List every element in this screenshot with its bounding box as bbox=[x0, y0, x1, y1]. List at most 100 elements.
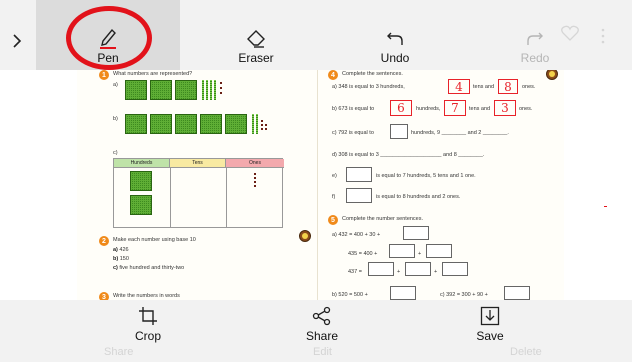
one-cube bbox=[261, 128, 263, 130]
part-label: e) bbox=[332, 173, 337, 179]
answer-box[interactable] bbox=[403, 226, 429, 240]
sentence-text: 437 = bbox=[348, 269, 362, 275]
undo-label: Undo bbox=[380, 51, 410, 65]
handwritten-answer: 6 bbox=[390, 100, 412, 116]
place-value-table: Hundreds Tens Ones bbox=[113, 158, 284, 228]
question-title: Complete the sentences. bbox=[342, 71, 403, 77]
share-label: Share bbox=[305, 329, 339, 343]
reward-badge-icon bbox=[546, 70, 558, 80]
part-label: c) bbox=[113, 150, 118, 156]
question-title: Complete the number sentences. bbox=[342, 216, 424, 222]
handwritten-answer: 4 bbox=[448, 79, 470, 94]
ten-rod bbox=[202, 80, 204, 100]
plus-sign: + bbox=[418, 251, 422, 257]
one-cube bbox=[220, 82, 222, 84]
redo-icon bbox=[522, 24, 548, 50]
hundred-block bbox=[125, 114, 147, 134]
ten-rod bbox=[210, 80, 212, 100]
bottom-action-bar: Share Edit Delete Crop Share Save bbox=[0, 300, 632, 362]
ten-rod bbox=[256, 114, 258, 134]
sentence-text: hundreds, bbox=[416, 106, 441, 112]
sentence-text: tens and bbox=[469, 106, 491, 112]
sentence-text: b) 673 is equal to bbox=[332, 106, 375, 112]
question-number: 3 bbox=[99, 292, 109, 300]
hundred-block bbox=[130, 195, 152, 215]
sentence-text: d) 308 is equal to 3 ___________________… bbox=[332, 152, 485, 158]
sentence-text: hundreds, 9 ________ and 2 ________. bbox=[411, 130, 509, 136]
ink-dot bbox=[604, 206, 607, 207]
answer-box[interactable] bbox=[346, 167, 372, 182]
worksheet-right-page: 4 Complete the sentences. a) 348 is equa… bbox=[317, 70, 564, 300]
hundred-block bbox=[125, 80, 147, 100]
question-title: Make each number using base 10 bbox=[113, 237, 196, 243]
pen-tool-button[interactable]: Pen bbox=[36, 0, 180, 70]
part-label: b) bbox=[113, 116, 118, 122]
question-number: 4 bbox=[328, 70, 338, 80]
answer-item: 426 bbox=[119, 247, 129, 253]
hundred-block bbox=[175, 80, 197, 100]
one-cube bbox=[254, 181, 256, 183]
handwritten-answer: 7 bbox=[444, 100, 466, 116]
question-number: 2 bbox=[99, 236, 109, 246]
column-header-tens: Tens bbox=[170, 159, 226, 168]
undo-button[interactable]: Undo bbox=[340, 0, 450, 70]
one-cube bbox=[261, 120, 263, 122]
eraser-icon bbox=[243, 24, 269, 50]
one-cube bbox=[254, 173, 256, 175]
sentence-text: a) 348 is equal to 3 hundreds, bbox=[332, 84, 405, 90]
question-title: What numbers are represented? bbox=[113, 71, 193, 77]
heart-icon bbox=[560, 24, 580, 42]
sentence-text: ones. bbox=[522, 84, 536, 90]
answer-box[interactable] bbox=[390, 124, 408, 139]
share-button[interactable]: Share bbox=[292, 300, 352, 362]
sentence-text: a) 432 = 400 + 30 + bbox=[332, 232, 381, 238]
part-label: a) bbox=[113, 82, 118, 88]
hundred-block bbox=[150, 114, 172, 134]
crop-icon bbox=[136, 304, 160, 328]
save-button[interactable]: Save bbox=[460, 300, 520, 362]
answer-item: five hundred and thirty-two bbox=[119, 265, 185, 271]
part-label: f) bbox=[332, 194, 336, 200]
handwritten-answer: 8 bbox=[498, 79, 518, 94]
ten-rod bbox=[206, 80, 208, 100]
answer-item: 150 bbox=[119, 256, 129, 262]
question-number: 5 bbox=[328, 215, 338, 225]
worksheet-left-page: 1 What numbers are represented? a) b) c)… bbox=[77, 70, 317, 300]
chevron-right-icon[interactable] bbox=[6, 30, 28, 52]
undo-icon bbox=[382, 24, 408, 50]
hundred-block bbox=[225, 114, 247, 134]
column-header-ones: Ones bbox=[226, 159, 284, 168]
reward-badge-icon bbox=[299, 230, 311, 242]
answer-box[interactable] bbox=[504, 286, 530, 300]
answer-box[interactable] bbox=[346, 188, 372, 203]
answer-box[interactable] bbox=[442, 262, 468, 276]
one-cube bbox=[265, 128, 267, 130]
one-cube bbox=[220, 87, 222, 89]
save-download-icon bbox=[478, 304, 502, 328]
hundred-block bbox=[175, 114, 197, 134]
redo-label: Redo bbox=[520, 51, 550, 65]
answer-box[interactable] bbox=[389, 244, 415, 258]
answer-box[interactable] bbox=[368, 262, 394, 276]
one-cube bbox=[261, 124, 263, 126]
plus-sign: + bbox=[397, 269, 401, 275]
sentence-text: ones. bbox=[519, 106, 533, 112]
drawing-toolbar: Pen Eraser Undo Redo bbox=[0, 0, 632, 70]
sentence-text: is equal to 7 hundreds, 5 tens and 1 one… bbox=[376, 173, 476, 179]
question-number: 1 bbox=[99, 70, 109, 80]
ten-rod bbox=[214, 80, 216, 100]
crop-button[interactable]: Crop bbox=[108, 300, 188, 362]
sentence-text: 435 = 400 + bbox=[348, 251, 378, 257]
sentence-text: c) 792 is equal to bbox=[332, 130, 374, 136]
eraser-tool-button[interactable]: Eraser bbox=[196, 0, 316, 70]
pen-icon bbox=[95, 24, 121, 50]
one-cube bbox=[220, 92, 222, 94]
answer-box[interactable] bbox=[405, 262, 431, 276]
answer-box[interactable] bbox=[390, 286, 416, 300]
ten-rod bbox=[252, 114, 254, 134]
eraser-label: Eraser bbox=[238, 51, 274, 65]
more-options-icon bbox=[600, 27, 606, 45]
question-title: Write the numbers in words bbox=[113, 293, 180, 299]
answer-box[interactable] bbox=[426, 244, 452, 258]
crop-label: Crop bbox=[134, 329, 161, 343]
